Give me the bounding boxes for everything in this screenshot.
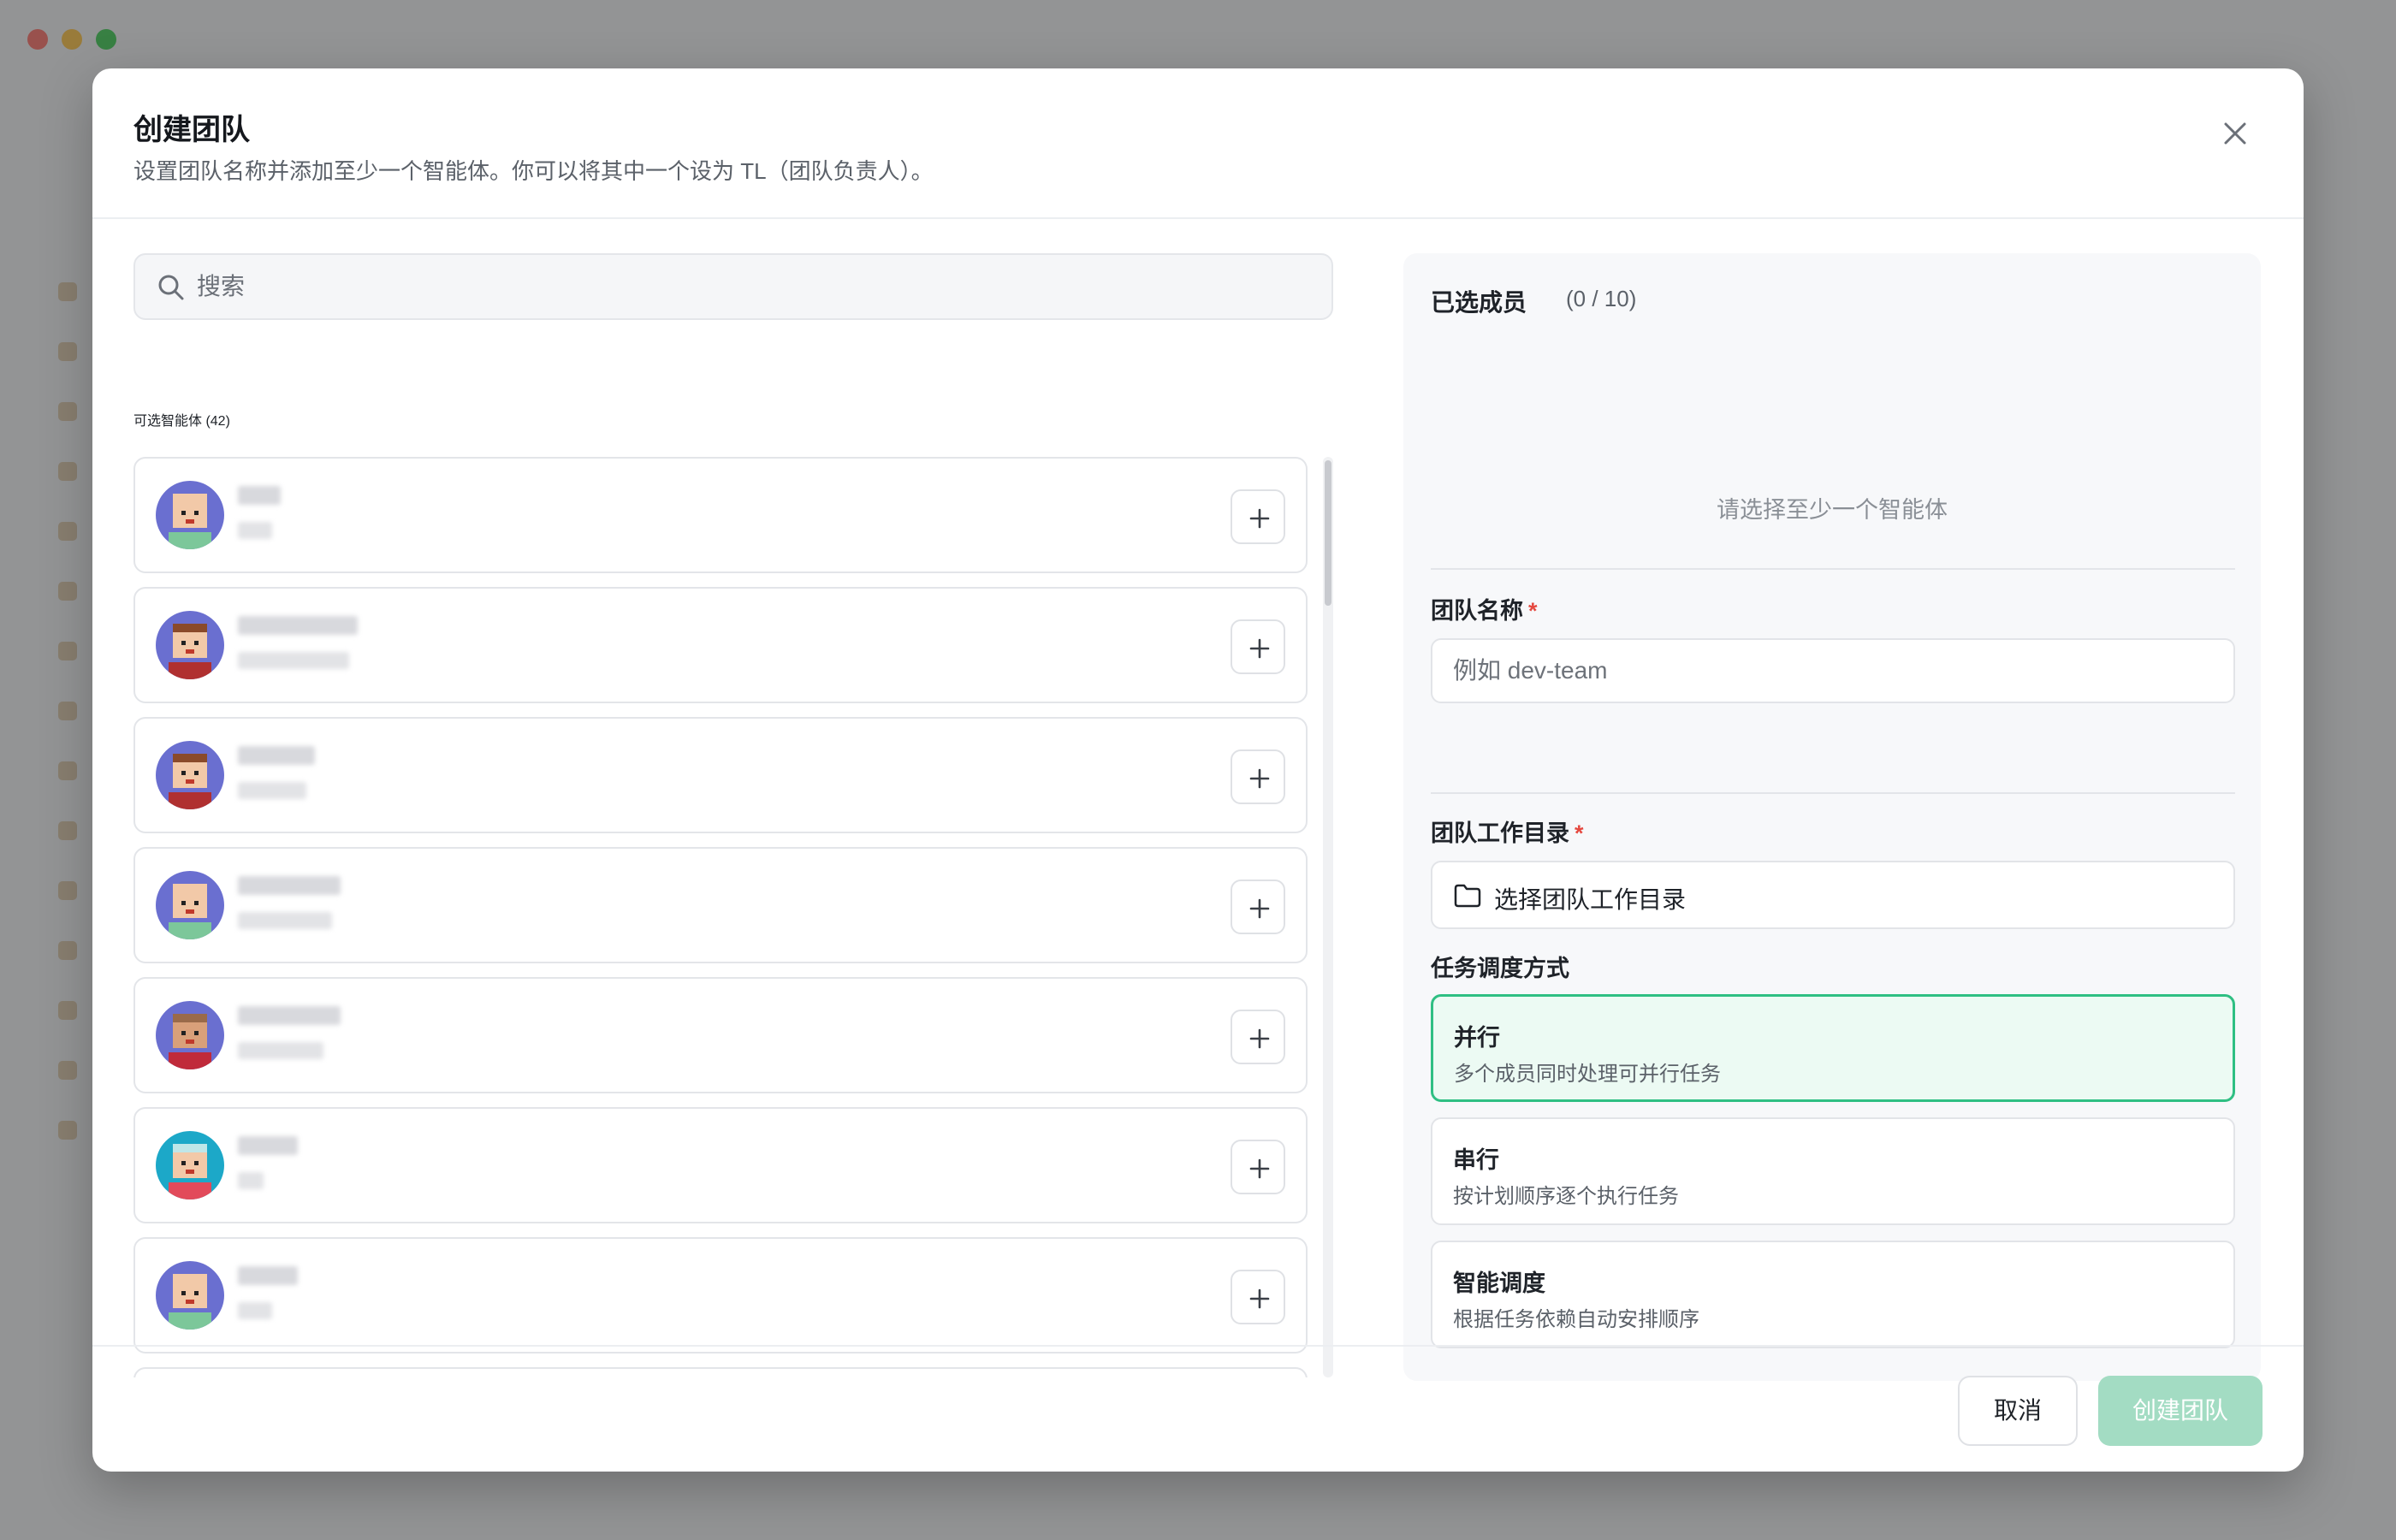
available-agents-label: 可选智能体 (42) <box>133 414 230 429</box>
agent-card[interactable] <box>133 717 1308 833</box>
required-mark: * <box>1575 820 1584 846</box>
option-title: 串行 <box>1453 1147 1499 1173</box>
close-dialog-button[interactable] <box>2215 113 2256 154</box>
option-description: 多个成员同时处理可并行任务 <box>1454 1063 1721 1086</box>
option-title: 并行 <box>1454 1025 1500 1051</box>
agent-name-redacted <box>238 616 358 635</box>
select-work-dir-button[interactable]: 选择团队工作目录 <box>1431 861 2235 929</box>
agent-card[interactable] <box>133 977 1308 1093</box>
team-name-label-text: 团队名称 <box>1431 598 1523 624</box>
plus-icon <box>1249 638 1270 659</box>
agent-description-redacted <box>238 782 306 799</box>
agent-avatar-bald <box>156 481 224 549</box>
agent-name-redacted <box>238 486 281 505</box>
work-dir-label: 团队工作目录 * <box>1431 814 1584 848</box>
plus-icon <box>1249 1158 1270 1179</box>
agent-card[interactable] <box>133 587 1308 703</box>
selected-members-count: (0 / 10) <box>1566 286 1637 311</box>
select-work-dir-label: 选择团队工作目录 <box>1494 886 1687 913</box>
agent-name-redacted <box>238 876 341 895</box>
plus-icon <box>1249 898 1270 919</box>
agent-picker: 可选智能体 (42) <box>133 253 1337 1381</box>
create-team-button[interactable]: 创建团队 <box>2098 1376 2263 1446</box>
plus-icon <box>1249 1288 1270 1309</box>
close-icon <box>2224 122 2246 145</box>
schedule-option-smart[interactable]: 智能调度 根据任务依赖自动安排顺序 <box>1431 1241 2235 1348</box>
option-title: 智能调度 <box>1453 1270 1545 1296</box>
add-agent-button[interactable] <box>1231 1010 1285 1064</box>
team-name-input[interactable] <box>1431 638 2235 703</box>
agent-description-redacted <box>238 1172 264 1189</box>
selected-empty-hint: 请选择至少一个智能体 <box>1717 497 1948 523</box>
agent-avatar-teal <box>156 1131 224 1199</box>
scrollbar-thumb[interactable] <box>1325 460 1331 606</box>
available-agents-list[interactable] <box>133 457 1308 1377</box>
agent-description-redacted <box>238 652 349 669</box>
agent-avatar-brown-hair <box>156 611 224 679</box>
agent-card[interactable] <box>133 457 1308 573</box>
schedule-label: 任务调度方式 <box>1431 956 1569 981</box>
team-config-panel: 已选成员 (0 / 10) 请选择至少一个智能体 团队名称* 团队工作目录* 选… <box>1403 253 2261 1381</box>
plus-icon <box>1249 508 1270 529</box>
option-description: 按计划顺序逐个执行任务 <box>1453 1185 1679 1208</box>
plus-icon <box>1249 768 1270 789</box>
add-agent-button[interactable] <box>1231 489 1285 544</box>
schedule-option-parallel[interactable]: 并行 多个成员同时处理可并行任务 <box>1431 994 2235 1102</box>
required-mark: * <box>1528 598 1538 624</box>
dialog-footer: 取消 创建团队 <box>92 1345 2304 1472</box>
agent-description-redacted <box>238 522 272 539</box>
option-description: 根据任务依赖自动安排顺序 <box>1453 1308 1699 1331</box>
agent-card[interactable] <box>133 847 1308 963</box>
plus-icon <box>1249 1028 1270 1049</box>
add-agent-button[interactable] <box>1231 1270 1285 1324</box>
divider <box>1431 792 2235 794</box>
dialog-title: 创建团队 <box>133 114 250 146</box>
agent-avatar-bald <box>156 871 224 939</box>
agent-card[interactable] <box>133 1237 1308 1353</box>
cancel-button[interactable]: 取消 <box>1958 1376 2078 1446</box>
create-team-dialog: 创建团队 设置团队名称并添加至少一个智能体。你可以将其中一个设为 TL（团队负责… <box>92 68 2304 1472</box>
schedule-option-serial[interactable]: 串行 按计划顺序逐个执行任务 <box>1431 1117 2235 1225</box>
add-agent-button[interactable] <box>1231 880 1285 934</box>
add-agent-button[interactable] <box>1231 1140 1285 1194</box>
folder-icon <box>1454 884 1481 908</box>
search-input[interactable] <box>197 255 1309 318</box>
agent-avatar-tan <box>156 1001 224 1069</box>
agent-avatar-brown-hair <box>156 741 224 809</box>
agent-name-redacted <box>238 746 315 765</box>
agent-description-redacted <box>238 1302 272 1319</box>
agent-card[interactable] <box>133 1107 1308 1223</box>
add-agent-button[interactable] <box>1231 749 1285 804</box>
dialog-subtitle: 设置团队名称并添加至少一个智能体。你可以将其中一个设为 TL（团队负责人）。 <box>133 158 934 184</box>
agent-list-scrollbar[interactable] <box>1323 457 1333 1377</box>
agent-name-redacted <box>238 1136 298 1155</box>
dialog-header: 创建团队 设置团队名称并添加至少一个智能体。你可以将其中一个设为 TL（团队负责… <box>92 68 2304 219</box>
agent-name-redacted <box>238 1006 341 1025</box>
agent-avatar-bald <box>156 1261 224 1330</box>
selected-members-title: 已选成员 <box>1431 289 1527 316</box>
divider <box>1431 568 2235 570</box>
agent-description-redacted <box>238 1042 323 1059</box>
search-box <box>133 253 1333 320</box>
work-dir-label-text: 团队工作目录 <box>1431 820 1569 846</box>
search-icon <box>158 275 184 300</box>
agent-description-redacted <box>238 912 332 929</box>
agent-name-redacted <box>238 1266 298 1285</box>
add-agent-button[interactable] <box>1231 619 1285 674</box>
team-name-label: 团队名称 * <box>1431 592 1538 625</box>
